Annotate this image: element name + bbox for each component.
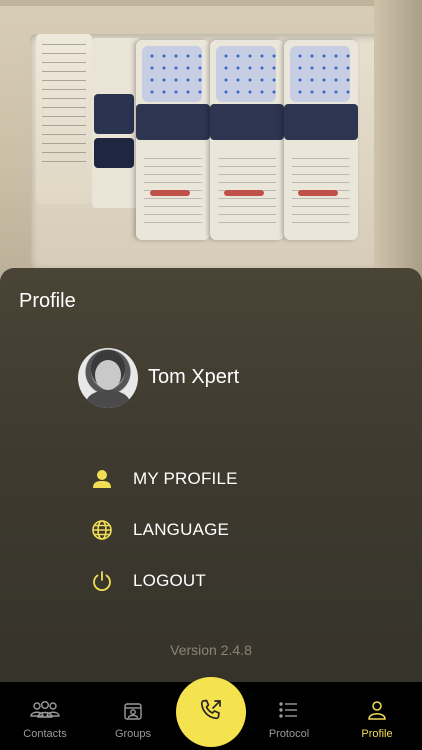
menu-item-language[interactable]: LANGUAGE bbox=[90, 515, 229, 545]
menu-item-label: LOGOUT bbox=[133, 571, 206, 590]
tab-label: Contacts bbox=[23, 728, 67, 740]
tab-label: Groups bbox=[114, 728, 152, 740]
tab-label: Protocol bbox=[268, 728, 310, 740]
profile-icon bbox=[335, 700, 419, 724]
call-button[interactable] bbox=[176, 677, 246, 747]
menu-item-label: MY PROFILE bbox=[133, 469, 238, 488]
avatar bbox=[78, 348, 138, 408]
menu-item-label: LANGUAGE bbox=[133, 520, 230, 539]
groups-icon bbox=[91, 700, 175, 724]
background-photo bbox=[0, 0, 422, 300]
tab-groups[interactable]: Groups bbox=[91, 682, 175, 750]
tab-label: Profile bbox=[361, 728, 393, 740]
profile-panel: Profile Tom Xpert MY PROFILE LANGUAGE LO… bbox=[0, 268, 422, 682]
phone-call-icon bbox=[197, 696, 225, 729]
menu-item-my-profile[interactable]: MY PROFILE bbox=[90, 464, 238, 494]
page-title: Profile bbox=[19, 290, 76, 312]
person-icon bbox=[90, 467, 114, 491]
tab-profile[interactable]: Profile bbox=[335, 682, 419, 750]
menu-item-logout[interactable]: LOGOUT bbox=[90, 566, 206, 596]
globe-icon bbox=[90, 518, 114, 542]
tab-protocol[interactable]: Protocol bbox=[247, 682, 331, 750]
list-icon bbox=[247, 700, 331, 724]
contacts-icon bbox=[3, 700, 87, 724]
version-text: Version 2.4.8 bbox=[170, 642, 252, 658]
tab-contacts[interactable]: Contacts bbox=[3, 682, 87, 750]
power-icon bbox=[90, 569, 114, 593]
user-name: Tom Xpert bbox=[148, 366, 240, 388]
